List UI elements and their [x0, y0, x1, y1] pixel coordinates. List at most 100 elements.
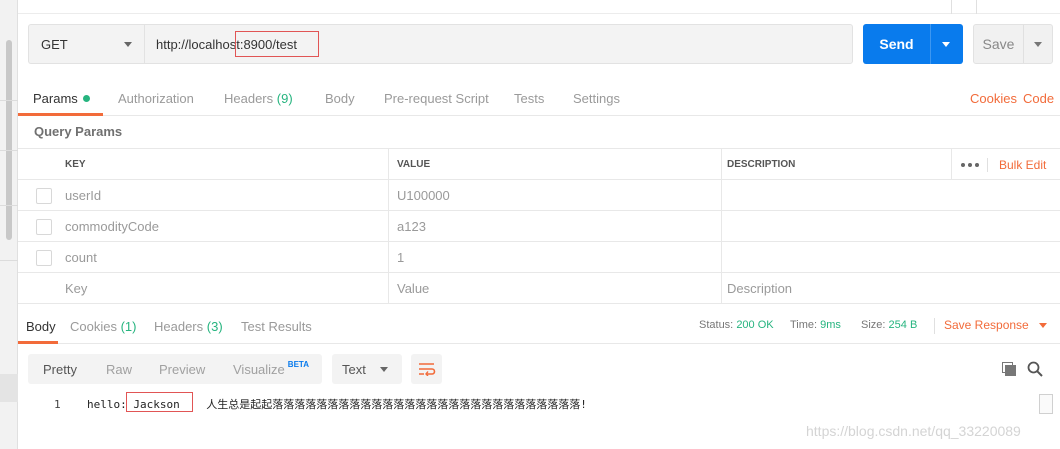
line-number: 1 — [54, 397, 61, 411]
chevron-down-icon — [1038, 322, 1047, 328]
response-tabs: Body Cookies (1) Headers (3) Test Result… — [18, 310, 1060, 344]
chevron-down-icon — [380, 367, 388, 372]
tab-label: Body — [325, 90, 355, 106]
tab-response-body[interactable]: Body — [26, 310, 56, 342]
cookies-link[interactable]: Cookies — [970, 80, 1017, 116]
query-params-title: Query Params — [34, 124, 123, 139]
size-readout: Size: 254 B — [861, 310, 917, 340]
sidebar-scrollbar[interactable] — [6, 40, 12, 240]
view-raw-button[interactable]: Raw — [106, 354, 132, 384]
active-tab-indicator — [18, 341, 58, 344]
save-split-divider — [1023, 25, 1024, 63]
tab-label: Params — [33, 90, 78, 106]
watermark: https://blog.csdn.net/qq_33220089 — [806, 423, 1021, 439]
chevron-down-icon[interactable] — [942, 42, 950, 47]
row-checkbox[interactable] — [36, 188, 52, 204]
new-key-input[interactable]: Key — [56, 273, 87, 303]
param-description[interactable] — [718, 180, 727, 210]
tab-authorization[interactable]: Authorization — [118, 80, 194, 116]
view-mode-group: Pretty Raw Preview Visualize BETA — [28, 354, 322, 384]
row-checkbox[interactable] — [36, 250, 52, 266]
tab-response-headers[interactable]: Headers (3) — [154, 310, 223, 342]
tab-tests[interactable]: Tests — [514, 80, 544, 116]
wrap-lines-icon — [418, 363, 435, 376]
size-label: Size: — [861, 319, 886, 331]
tab-divider — [976, 0, 977, 14]
tab-headers[interactable]: Headers (9) — [224, 80, 293, 116]
tab-test-results[interactable]: Test Results — [241, 310, 312, 342]
headers-count: (9) — [276, 90, 293, 106]
time-readout: Time: 9ms — [790, 310, 841, 340]
sidebar-divider — [0, 150, 18, 151]
more-options-icon[interactable] — [961, 149, 979, 181]
save-response-divider — [934, 318, 935, 334]
tab-label: Pre-request Script — [384, 90, 489, 106]
tab-pre-request-script[interactable]: Pre-request Script — [384, 80, 489, 116]
row-checkbox[interactable] — [36, 219, 52, 235]
size-value: 254 B — [888, 319, 918, 331]
left-sidebar-strip — [0, 0, 18, 449]
chevron-down-icon — [124, 42, 132, 47]
search-icon[interactable] — [1027, 361, 1043, 377]
format-select[interactable]: Text — [332, 354, 402, 384]
format-label: Text — [342, 361, 366, 377]
param-key[interactable]: userId — [56, 180, 101, 210]
tab-label: Headers — [224, 90, 274, 106]
request-tabs: Params Authorization Headers (9) Body Pr… — [18, 80, 1060, 116]
save-button[interactable]: Save — [973, 24, 1053, 64]
view-pretty-button[interactable]: Pretty — [43, 354, 77, 384]
send-button[interactable]: Send — [863, 24, 963, 64]
save-response-label: Save Response — [944, 318, 1029, 332]
table-row: count 1 — [18, 242, 1060, 273]
status-readout: Status: 200 OK — [699, 310, 774, 340]
param-value[interactable]: a123 — [388, 211, 426, 241]
url-port-highlight — [235, 31, 319, 57]
view-visualize-button[interactable]: Visualize BETA — [233, 354, 309, 384]
sidebar-divider — [0, 100, 18, 101]
param-description[interactable] — [718, 211, 727, 241]
save-response-button[interactable]: Save Response — [944, 310, 1047, 340]
sidebar-divider — [0, 260, 18, 261]
param-value[interactable]: U100000 — [388, 180, 450, 210]
param-key[interactable]: commodityCode — [56, 211, 159, 241]
param-description[interactable] — [718, 242, 727, 272]
time-label: Time: — [790, 319, 818, 331]
view-preview-button[interactable]: Preview — [159, 354, 205, 384]
tab-label: Body — [26, 318, 56, 334]
headers-count: (3) — [206, 318, 223, 334]
response-name-highlight — [126, 392, 193, 412]
tab-divider — [951, 0, 952, 14]
method-select[interactable]: GET — [28, 24, 144, 64]
column-header-key: KEY — [65, 158, 86, 170]
save-label: Save — [982, 36, 1015, 52]
editor-scrollbar[interactable] — [1039, 394, 1053, 414]
tab-response-cookies[interactable]: Cookies (1) — [70, 310, 136, 342]
chevron-down-icon[interactable] — [1034, 42, 1042, 47]
sidebar-divider — [0, 205, 18, 206]
table-row-new: Key Value Description — [18, 273, 1060, 304]
param-key[interactable]: count — [56, 242, 97, 272]
cookies-label: Cookies — [970, 90, 1017, 106]
wrap-lines-button[interactable] — [411, 354, 442, 384]
tab-settings[interactable]: Settings — [573, 80, 620, 116]
tab-body[interactable]: Body — [325, 80, 355, 116]
beta-badge: BETA — [287, 359, 309, 369]
column-header-value: VALUE — [397, 158, 431, 170]
method-label: GET — [41, 36, 68, 52]
code-label: Code — [1023, 90, 1055, 106]
bulk-edit-link[interactable]: Bulk Edit — [999, 149, 1046, 181]
code-link[interactable]: Code — [1023, 80, 1054, 116]
status-label: Status: — [699, 319, 734, 331]
new-description-input[interactable]: Description — [718, 273, 792, 303]
tab-label: Tests — [514, 90, 545, 106]
tab-params[interactable]: Params — [33, 80, 90, 116]
sidebar-selected-block — [0, 374, 18, 402]
column-divider — [951, 149, 952, 179]
active-dot-icon — [82, 94, 90, 102]
status-value: 200 OK — [736, 319, 774, 331]
copy-icon[interactable] — [1002, 362, 1016, 376]
param-value[interactable]: 1 — [388, 242, 404, 272]
new-value-input[interactable]: Value — [388, 273, 429, 303]
tab-label: Test Results — [241, 318, 312, 334]
bulk-edit-divider — [987, 158, 988, 172]
